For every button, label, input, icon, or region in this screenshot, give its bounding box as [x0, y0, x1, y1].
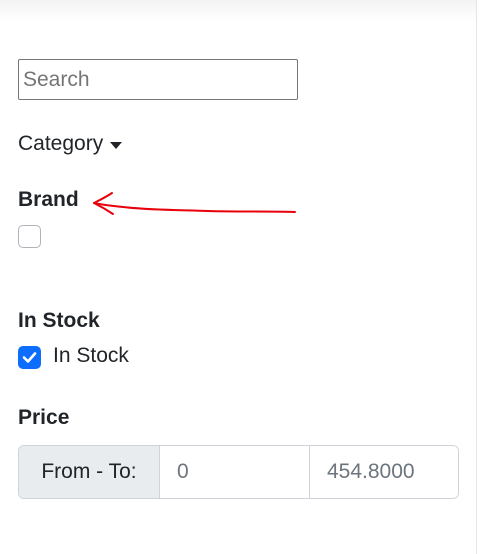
brand-checkbox[interactable]	[18, 225, 41, 248]
checkmark-icon	[22, 352, 37, 363]
header-shadow	[0, 0, 476, 22]
in-stock-checkbox[interactable]	[18, 346, 41, 369]
sidebar-divider	[476, 0, 477, 554]
caret-down-icon	[110, 141, 123, 149]
price-range-label: From - To:	[19, 446, 160, 498]
price-range-group: From - To:	[18, 445, 459, 499]
brand-heading: Brand	[18, 188, 79, 211]
price-from-input[interactable]	[160, 446, 310, 498]
search-input[interactable]	[18, 59, 298, 100]
in-stock-heading: In Stock	[18, 309, 100, 332]
price-heading: Price	[18, 406, 70, 429]
red-arrow-annotation	[93, 192, 296, 215]
category-dropdown-toggle[interactable]: Category	[18, 129, 123, 159]
price-to-input[interactable]	[310, 446, 458, 498]
category-label: Category	[18, 132, 104, 155]
in-stock-option-label[interactable]: In Stock	[53, 344, 129, 368]
